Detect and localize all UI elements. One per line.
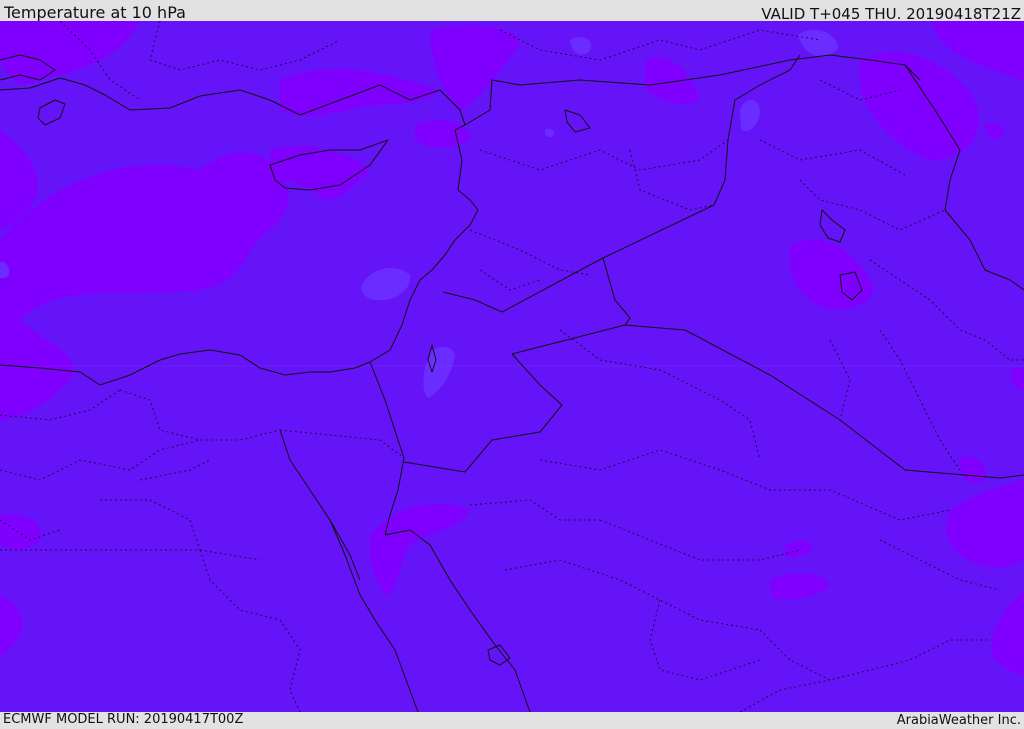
temperature-field-map xyxy=(0,21,1024,712)
weather-map[interactable] xyxy=(0,21,1024,712)
footer-bar: ECMWF MODEL RUN: 20190417T00Z ArabiaWeat… xyxy=(0,712,1024,729)
header-bar: Temperature at 10 hPa VALID T+045 THU. 2… xyxy=(0,0,1024,23)
map-title: Temperature at 10 hPa xyxy=(4,3,186,22)
credit-label: ArabiaWeather Inc. xyxy=(896,713,1021,728)
temperature-field-base xyxy=(0,21,1024,712)
model-run-label: ECMWF MODEL RUN: 20190417T00Z xyxy=(3,712,244,727)
